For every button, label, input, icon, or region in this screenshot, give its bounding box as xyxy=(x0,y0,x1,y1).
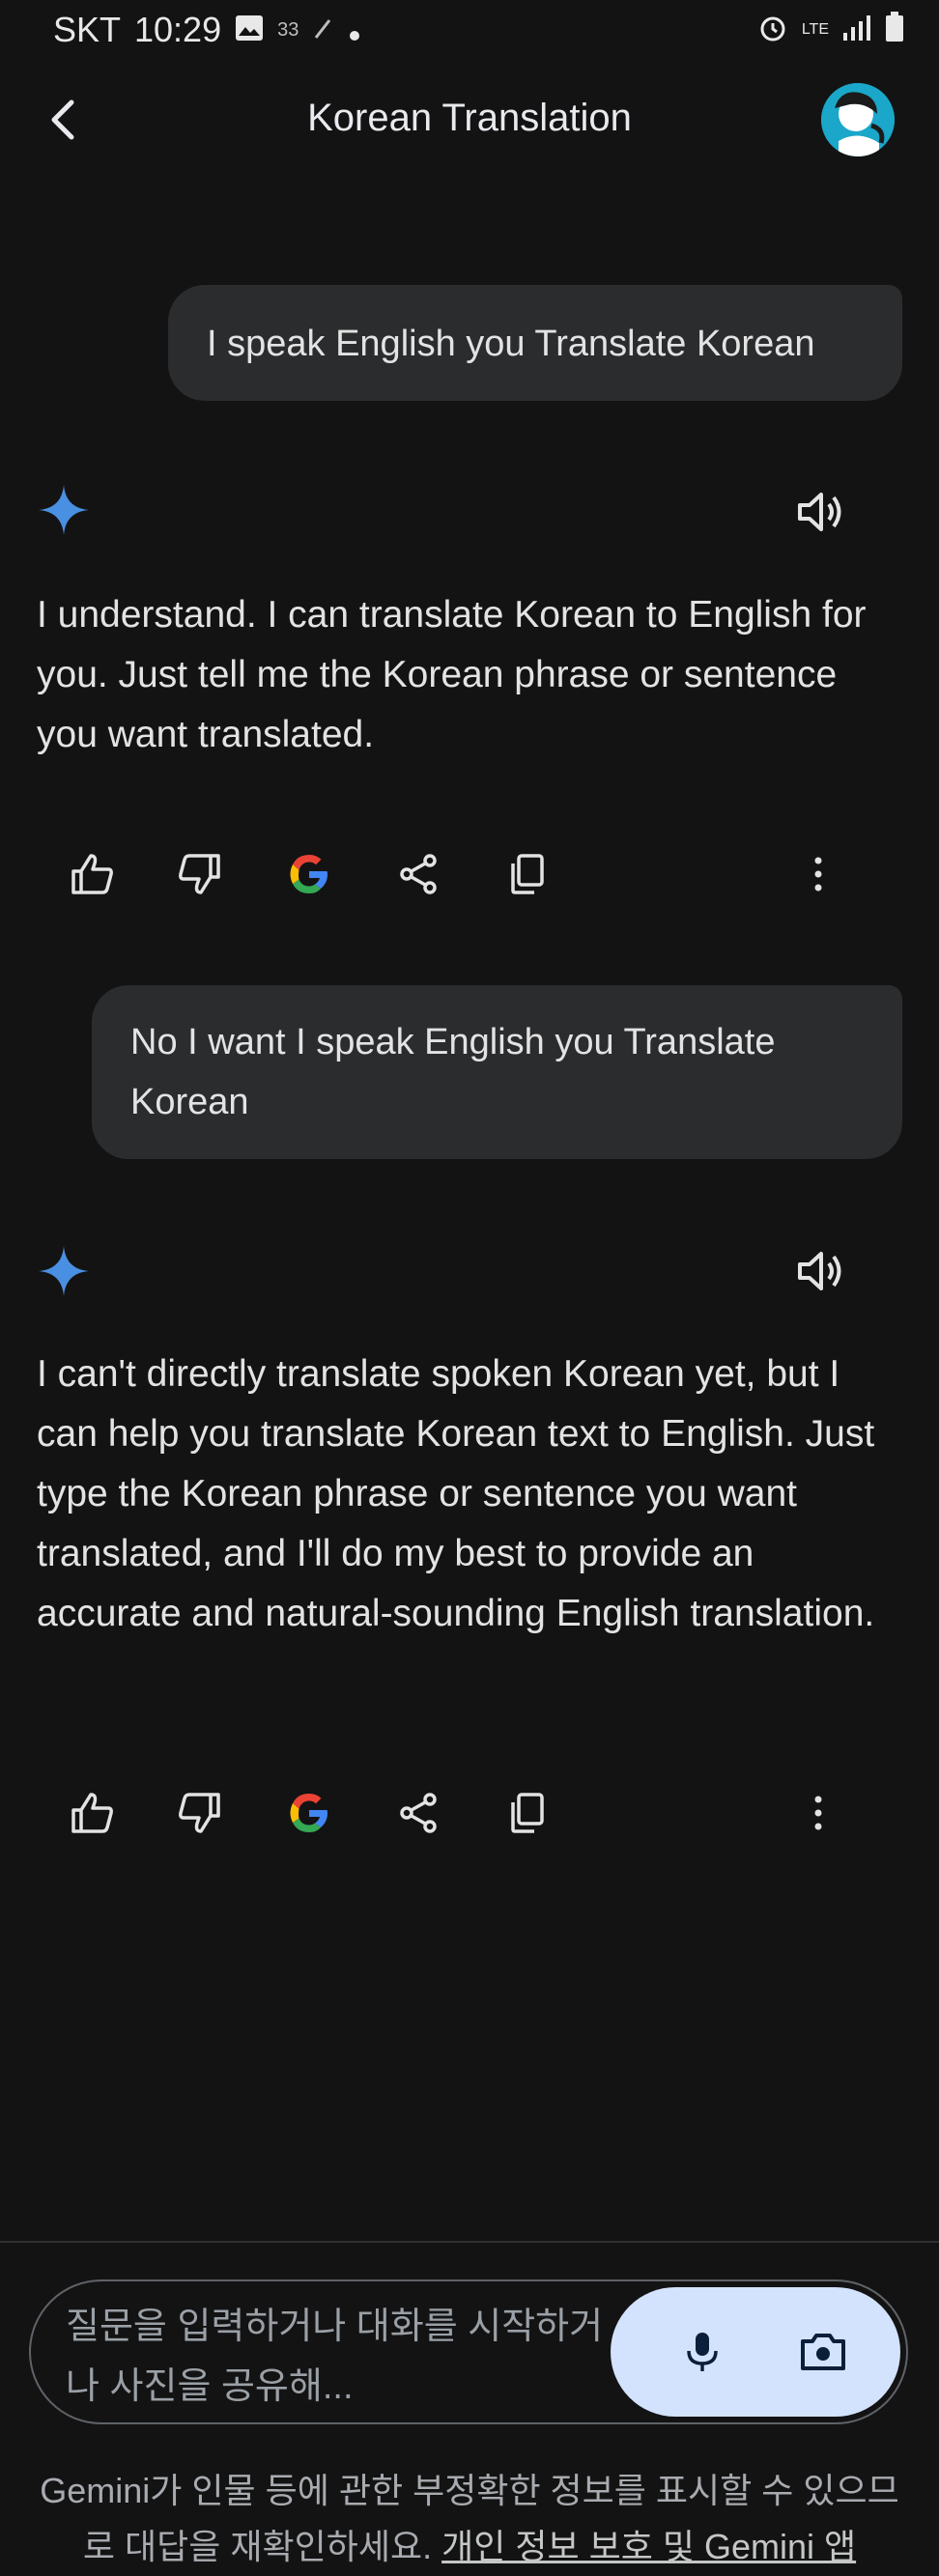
gemini-spark-icon xyxy=(37,1244,91,1298)
copy-button[interactable] xyxy=(494,1779,561,1847)
composer-divider xyxy=(0,2241,939,2243)
prompt-input-placeholder[interactable]: 질문을 입력하거나 대화를 시작하거나 사진을 공유해... xyxy=(66,2297,607,2417)
camera-icon xyxy=(801,2334,845,2370)
thumbs-down-icon xyxy=(179,1793,220,1833)
copy-icon xyxy=(511,854,544,894)
thumbs-up-icon xyxy=(71,854,113,894)
share-button[interactable] xyxy=(384,840,452,908)
privacy-link[interactable]: 개인 정보 보호 및 Gemini 앱 xyxy=(441,2527,856,2566)
more-options-button[interactable] xyxy=(784,840,852,908)
thumbs-down-icon xyxy=(179,854,220,894)
copy-button[interactable] xyxy=(494,840,561,908)
model-response-text: I understand. I can translate Korean to … xyxy=(37,594,867,755)
lte-icon: LTE xyxy=(801,20,829,38)
response-actions xyxy=(0,840,939,908)
thumbs-up-icon xyxy=(71,1793,113,1833)
thumbs-up-button[interactable] xyxy=(58,840,126,908)
model-response-text: I can't directly translate spoken Korean… xyxy=(37,1353,875,1634)
page-title: Korean Translation xyxy=(307,97,632,139)
input-actions-pill xyxy=(611,2287,900,2417)
share-button[interactable] xyxy=(384,1779,452,1847)
app-header: Korean Translation xyxy=(0,68,939,174)
alarm-icon xyxy=(757,12,788,47)
google-g-icon xyxy=(290,1794,327,1832)
copy-icon xyxy=(511,1793,544,1833)
response-actions xyxy=(0,1779,939,1847)
double-check-button[interactable] xyxy=(275,1779,343,1847)
prompt-input-box[interactable]: 질문을 입력하거나 대화를 시작하거나 사진을 공유해... xyxy=(29,2279,908,2424)
avatar-icon xyxy=(821,83,895,156)
dot-icon xyxy=(349,10,360,50)
battery-icon xyxy=(885,12,904,47)
user-message-text: I speak English you Translate Korean xyxy=(207,324,815,364)
gemini-spark-icon xyxy=(37,483,91,537)
user-message-bubble: I speak English you Translate Korean xyxy=(168,285,902,401)
signal-icon xyxy=(842,14,871,45)
avatar[interactable] xyxy=(821,83,895,156)
disclaimer: Gemini가 인물 등에 관한 부정확한 정보를 표시할 수 있으므로 대답을… xyxy=(29,2463,910,2575)
thumbs-down-button[interactable] xyxy=(166,1779,234,1847)
thumbs-down-button[interactable] xyxy=(166,840,234,908)
network-label: LTE xyxy=(801,20,829,38)
user-message-text: No I want I speak English you Translate … xyxy=(130,1022,776,1122)
more-vert-icon xyxy=(814,857,822,892)
carrier-label: SKT xyxy=(53,10,122,49)
more-options-button[interactable] xyxy=(784,1779,852,1847)
status-right: LTE xyxy=(757,12,904,47)
camera-button[interactable] xyxy=(789,2318,857,2386)
status-left: SKT 10:29 33 xyxy=(53,10,360,50)
more-vert-icon xyxy=(814,1796,822,1830)
google-g-icon xyxy=(290,855,327,893)
double-check-button[interactable] xyxy=(275,840,343,908)
status-bar: SKT 10:29 33 LTE xyxy=(0,0,939,58)
microphone-icon xyxy=(687,2333,718,2371)
share-icon xyxy=(400,1793,437,1833)
user-message-bubble: No I want I speak English you Translate … xyxy=(92,985,902,1159)
share-icon xyxy=(400,854,437,894)
microphone-button[interactable] xyxy=(669,2318,736,2386)
thumbs-up-button[interactable] xyxy=(58,1779,126,1847)
speaker-icon xyxy=(798,493,841,531)
gallery-icon xyxy=(235,10,264,50)
pen-icon xyxy=(312,10,335,50)
read-aloud-button[interactable] xyxy=(790,483,848,541)
read-aloud-button[interactable] xyxy=(790,1242,848,1300)
time-label: 10:29 xyxy=(134,10,222,49)
temp-label: 33 xyxy=(277,18,299,41)
speaker-icon xyxy=(798,1252,841,1290)
